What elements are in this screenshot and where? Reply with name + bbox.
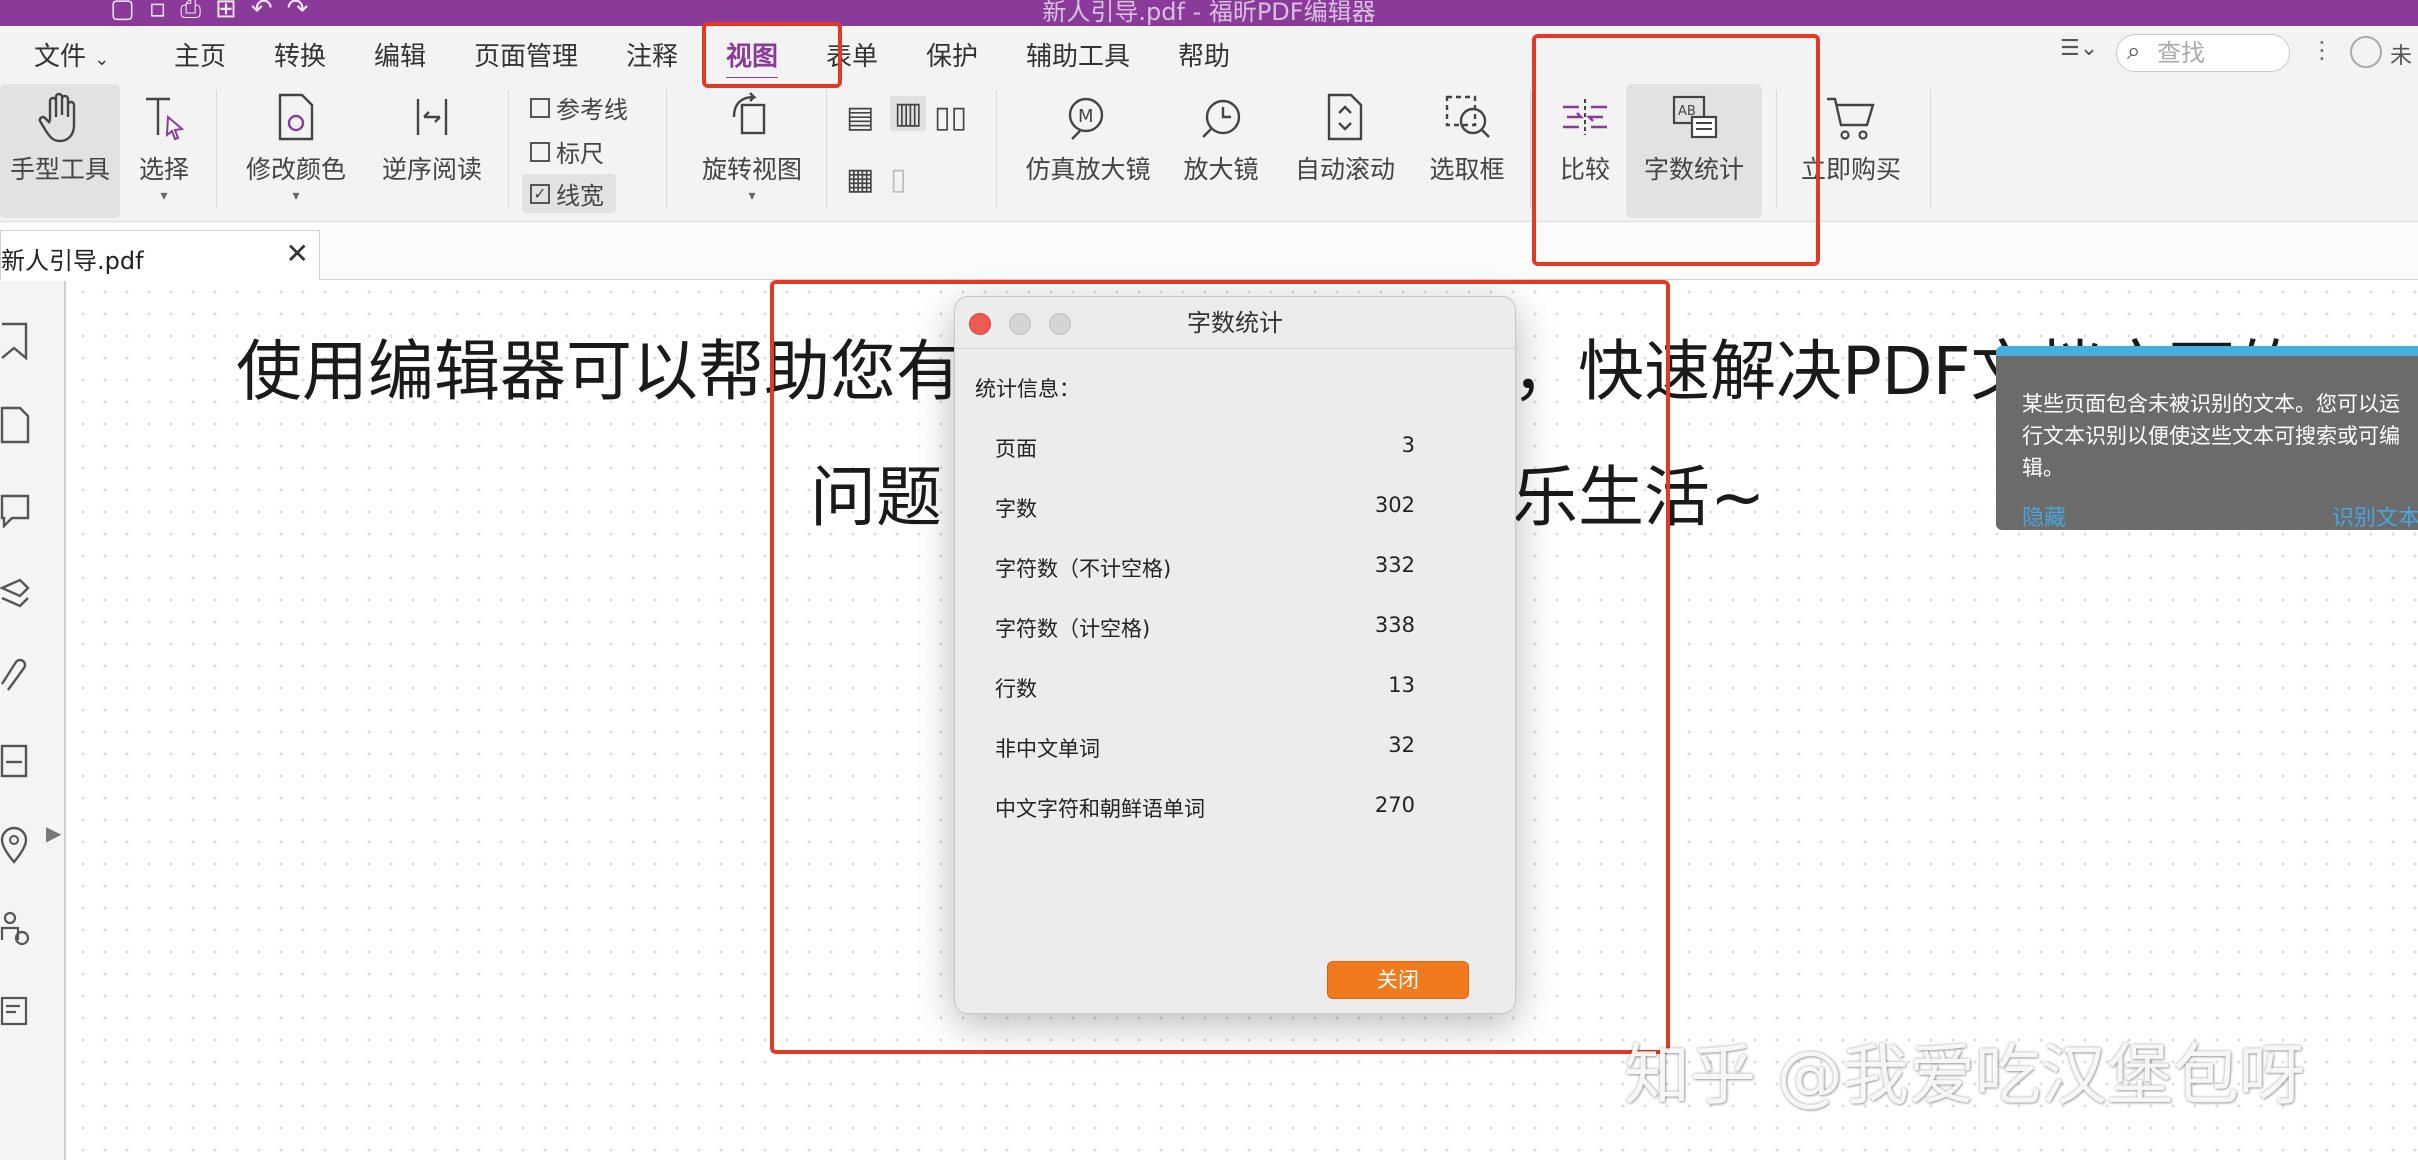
ribbon-toolbar: 手型工具 选择 ▾ 修改颜色 ▾ 逆序阅读 参考线 标尺 ✓ 线宽 旋转视图 ▾ …	[0, 78, 2418, 222]
continuous-page-icon[interactable]: ▥	[890, 96, 927, 131]
divider	[996, 90, 997, 208]
checkmark-icon: ✓	[530, 183, 550, 204]
divider	[1930, 90, 1931, 208]
svg-text:M: M	[1078, 106, 1094, 127]
cart-icon	[1825, 84, 1877, 150]
marquee-icon	[1443, 84, 1491, 150]
search-options-icon[interactable]: ☰⌄	[2060, 36, 2098, 61]
menu-file[interactable]: 文件 ⌄	[34, 36, 109, 73]
magnifier-button[interactable]: 放大镜	[1180, 84, 1262, 186]
close-icon[interactable]: ✕	[286, 237, 309, 270]
magnifier-m-icon: M	[1064, 84, 1112, 150]
annotation-box-dialog	[770, 280, 1670, 1054]
search-input[interactable]	[2157, 39, 2283, 67]
menu-page-manage[interactable]: 页面管理	[474, 36, 578, 73]
rotate-page-icon	[728, 84, 776, 150]
divider	[508, 90, 509, 208]
menu-bar: 文件 ⌄ 主页 转换 编辑 页面管理 注释 视图 表单 保护 辅助工具 帮助 ☰…	[0, 26, 2418, 80]
ruler-checkbox[interactable]: 标尺	[530, 134, 604, 169]
document-tab-title: 新人引导.pdf	[1, 247, 144, 275]
dropdown-arrow-icon[interactable]: ▾	[292, 188, 299, 204]
hand-icon	[38, 84, 82, 150]
rotate-view-button[interactable]: 旋转视图 ▾	[696, 84, 808, 204]
hide-link[interactable]: 隐藏	[2022, 500, 2066, 532]
auto-scroll-icon	[1323, 84, 1367, 150]
text-settings-icon[interactable]	[0, 993, 34, 1033]
cover-page-icon: ▯	[890, 162, 907, 197]
facing-continuous-icon[interactable]: ▦	[846, 162, 874, 197]
divider	[826, 90, 827, 208]
dropdown-arrow-icon[interactable]: ▾	[748, 188, 755, 204]
document-tab[interactable]: 新人引导.pdf ✕	[0, 230, 320, 280]
divider	[216, 90, 217, 208]
true-magnifier-button[interactable]: M 仿真放大镜	[1020, 84, 1156, 186]
location-icon[interactable]	[0, 825, 34, 865]
collapse-panel-icon[interactable]: ▶	[46, 821, 61, 845]
left-nav-panel: ▶	[0, 281, 66, 1160]
color-page-icon	[274, 84, 318, 150]
user-label[interactable]: 未	[2390, 38, 2412, 70]
form-icon[interactable]	[0, 741, 34, 781]
modify-color-button[interactable]: 修改颜色 ▾	[240, 84, 352, 204]
menu-edit[interactable]: 编辑	[374, 36, 426, 73]
menu-home[interactable]: 主页	[174, 36, 226, 73]
marquee-button[interactable]: 选取框	[1426, 84, 1508, 186]
menu-annotate[interactable]: 注释	[626, 36, 678, 73]
title-bar: ▢ ▫ ⎙ ⊞ ↶ ↷ 新人引导.pdf - 福昕PDF编辑器	[0, 0, 2418, 26]
two-page-icon[interactable]: ▯▯	[934, 100, 967, 135]
dropdown-arrow-icon[interactable]: ▾	[160, 188, 167, 204]
ocr-notification: 某些页面包含未被识别的文本。您可以运行文本识别以便使这些文本可搜索或可编辑。 隐…	[1996, 346, 2418, 532]
linewidth-checkbox[interactable]: ✓ 线宽	[522, 174, 616, 213]
comment-icon[interactable]	[0, 489, 34, 529]
avatar[interactable]	[2350, 36, 2382, 68]
menu-accessibility[interactable]: 辅助工具	[1026, 36, 1130, 73]
single-page-icon[interactable]: ▤	[846, 100, 874, 135]
reverse-read-icon	[408, 84, 456, 150]
window-title: 新人引导.pdf - 福昕PDF编辑器	[1042, 0, 1376, 26]
bookmark-icon[interactable]	[0, 321, 34, 361]
reverse-read-button[interactable]: 逆序阅读	[376, 84, 488, 186]
hand-tool-button[interactable]: 手型工具	[0, 84, 120, 218]
auto-scroll-button[interactable]: 自动滚动	[1290, 84, 1400, 186]
signature-icon[interactable]	[0, 909, 34, 949]
guides-checkbox[interactable]: 参考线	[530, 90, 628, 125]
annotation-box-view-menu	[702, 22, 842, 88]
divider	[1530, 90, 1531, 208]
select-button[interactable]: 选择 ▾	[128, 84, 200, 204]
menu-help[interactable]: 帮助	[1178, 36, 1230, 73]
menu-convert[interactable]: 转换	[274, 36, 326, 73]
divider	[666, 90, 667, 208]
document-tabs: 新人引导.pdf ✕	[0, 222, 2418, 280]
recognize-text-link[interactable]: 识别文本	[2332, 500, 2418, 532]
chevron-down-icon: ⌄	[94, 49, 110, 70]
more-icon[interactable]: ⋮	[2310, 36, 2334, 64]
pages-icon[interactable]	[0, 405, 34, 445]
watermark: 知乎 @我爱吃汉堡包呀	[1624, 1037, 2305, 1114]
search-icon: ⌕	[2127, 37, 2141, 65]
layers-icon[interactable]	[0, 573, 34, 613]
search-box[interactable]: ⌕	[2116, 34, 2290, 72]
text-select-icon	[140, 84, 188, 150]
annotation-box-word-count	[1532, 34, 1820, 266]
magnifier-icon	[1197, 84, 1245, 150]
attachment-icon[interactable]	[0, 657, 34, 697]
notification-message: 某些页面包含未被识别的文本。您可以运行文本识别以便使这些文本可搜索或可编辑。	[2022, 392, 2400, 480]
menu-protect[interactable]: 保护	[926, 36, 978, 73]
